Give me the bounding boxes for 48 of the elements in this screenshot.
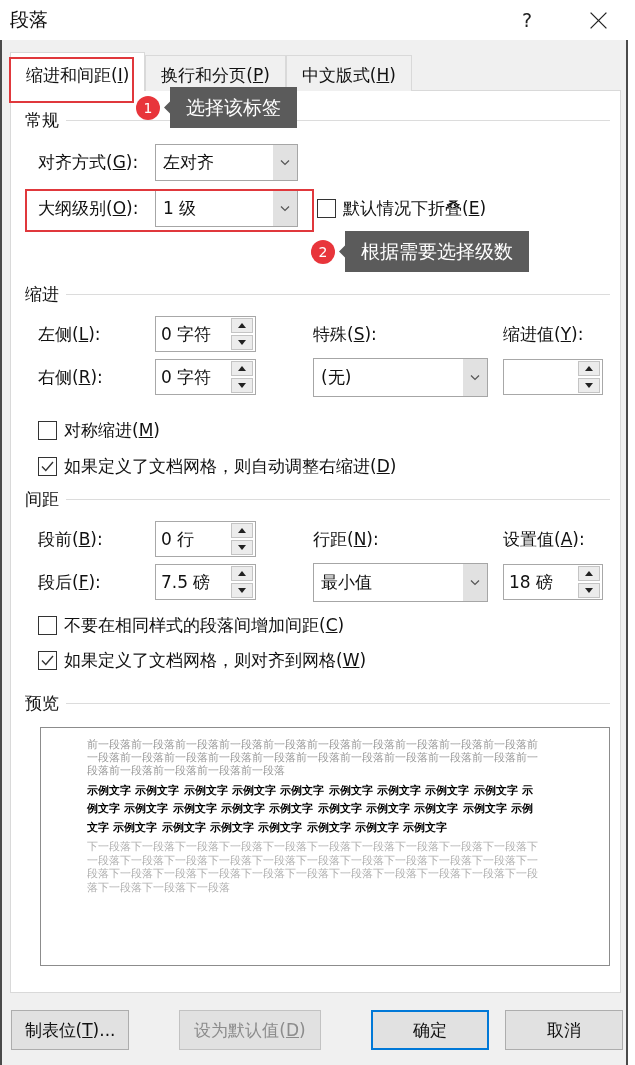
checkbox[interactable] (317, 199, 336, 218)
callout-tooltip: 选择该标签 (164, 87, 297, 128)
field-label: 对齐方式(G): (38, 151, 140, 174)
previous-paragraph-text: 前一段落前一段落前一段落前一段落前一段落前一段落前一段落前一段落前一段落前一段落前一段落前一段落前一段落前一段落前一段落前一段落前一段落前一段落前一段落前一段落前一段落前一段落前一段落前一段落前一段落 (87, 738, 539, 778)
spin-field[interactable] (503, 359, 603, 395)
tab[interactable]: 缩进和间距(I) (10, 52, 146, 91)
checkbox-label: 不要在相同样式的段落间增加间距(C) (64, 613, 345, 637)
tab[interactable]: 中文版式(H) (285, 55, 412, 91)
field-label: 特殊(S): (313, 322, 378, 346)
section-heading: 预览 (25, 691, 59, 715)
field-label: 段前(B): (38, 527, 104, 551)
step-badge: 2 (311, 239, 335, 264)
window-title: 段落 (10, 7, 48, 32)
section-heading: 缩进 (25, 282, 59, 306)
help-button[interactable]: ? (515, 5, 539, 35)
dropdown[interactable]: 左对齐 (155, 144, 298, 181)
dialog-button[interactable]: 确定 (371, 1010, 489, 1050)
field-label: 段后(F): (38, 570, 102, 594)
field-label: 设置值(A): (503, 527, 586, 551)
checkbox-label: 对称缩进(M) (64, 418, 160, 442)
checkbox-label: 如果定义了文档网格，则对齐到网格(W) (64, 648, 367, 672)
checkbox[interactable] (38, 420, 57, 440)
dropdown[interactable]: 1 级 (155, 190, 298, 227)
callout-tooltip: 根据需要选择级数 (339, 231, 529, 272)
spin-field[interactable]: 0 行 (155, 521, 256, 557)
dialog-button[interactable]: 制表位(T)... (11, 1010, 129, 1050)
checkbox[interactable] (38, 615, 57, 635)
sample-text: 示例文字 示例文字 示例文字 示例文字 示例文字 示例文字 示例文字 示例文字 示例文字 示例文字 示例文字 示例文字 示例文字 示例文字 示例文字 示例文字 示例文字 示例文字 示例文字 示例文字 示例文字 示例文字 示例文字 示例文字 示例文字 示例文字 (87, 782, 534, 836)
dropdown[interactable]: (无) (313, 357, 488, 397)
field-label: 右侧(R): (38, 365, 104, 389)
field-label: 行距(N): (313, 527, 380, 551)
checkbox[interactable] (38, 456, 57, 476)
spin-field[interactable]: 0 字符 (155, 359, 256, 395)
spin-field[interactable]: 7.5 磅 (155, 564, 256, 600)
spin-field[interactable]: 0 字符 (155, 316, 256, 352)
dialog-button[interactable]: 取消 (505, 1010, 623, 1050)
checkbox-label: 默认情况下折叠(E) (343, 197, 487, 220)
tab[interactable]: 换行和分页(P) (145, 55, 286, 91)
checkbox-label: 如果定义了文档网格，则自动调整右缩进(D) (64, 454, 397, 478)
close-icon[interactable] (590, 11, 607, 29)
field-label: 大纲级别(O): (38, 197, 140, 220)
spin-field[interactable]: 18 磅 (503, 564, 603, 600)
checkbox[interactable] (38, 650, 57, 670)
section-heading: 常规 (25, 108, 59, 132)
field-label: 左侧(L): (38, 322, 102, 346)
section-heading: 间距 (25, 487, 59, 511)
field-label: 缩进值(Y): (503, 322, 585, 346)
dropdown[interactable]: 最小值 (313, 562, 488, 602)
